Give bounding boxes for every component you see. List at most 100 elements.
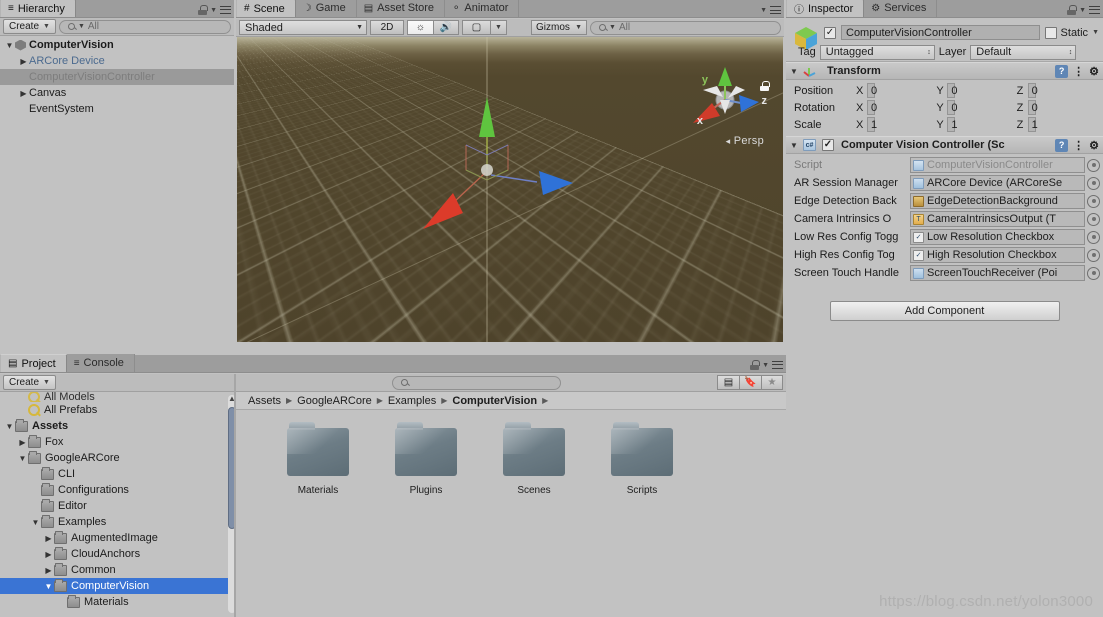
project-tree-item-cli[interactable]: CLI	[0, 466, 228, 482]
sun-icon[interactable]: ☼	[407, 20, 433, 35]
chevron-down-icon[interactable]: ▼	[760, 7, 767, 14]
breadcrumb-item[interactable]: ComputerVision	[452, 395, 537, 407]
tab-asset-store[interactable]: ▤ Asset Store	[356, 0, 446, 17]
foldout-closed-icon[interactable]: ▶	[18, 57, 29, 66]
scene-gizmo-lock-icon[interactable]	[760, 81, 770, 94]
panel-menu-icon[interactable]	[770, 6, 781, 15]
foldout-closed-icon[interactable]: ▶	[43, 566, 54, 575]
project-search-input[interactable]	[392, 375, 561, 390]
lock-icon[interactable]	[750, 360, 760, 370]
tab-project[interactable]: ▤ Project	[0, 354, 67, 372]
preset-icon[interactable]: ⋮	[1073, 65, 1084, 78]
tab-services[interactable]: ⚙ Services	[864, 0, 938, 17]
project-tree-item-assets[interactable]: ▼ Assets	[0, 418, 228, 434]
object-active-checkbox[interactable]: ✓	[824, 26, 836, 39]
transform-position-x-input[interactable]: 0	[867, 83, 877, 98]
scene-perspective-label[interactable]: ◂ Persp	[726, 135, 764, 147]
object-picker-icon[interactable]	[1087, 266, 1100, 280]
object-picker-icon[interactable]	[1087, 158, 1100, 172]
preset-icon[interactable]: ⋮	[1073, 139, 1084, 152]
object-field[interactable]: ComputerVisionController	[910, 157, 1085, 173]
object-name-field[interactable]: ComputerVisionController	[841, 25, 1040, 40]
object-field[interactable]: ✓ High Resolution Checkbox	[910, 247, 1085, 263]
hierarchy-item-eventsystem[interactable]: ▶EventSystem	[0, 101, 234, 117]
script-component-header[interactable]: ▼ c# ✓ Computer Vision Controller (Sc ? …	[786, 136, 1103, 154]
view-orientation-gizmo[interactable]	[679, 54, 771, 146]
object-picker-icon[interactable]	[1087, 248, 1100, 262]
project-tree-item-editor[interactable]: Editor	[0, 498, 228, 514]
transform-position-y-input[interactable]: 0	[947, 83, 957, 98]
foldout-open-icon[interactable]: ▼	[30, 518, 41, 527]
transform-component-header[interactable]: ▼ Transform ? ⋮ ⚙	[786, 62, 1103, 80]
project-tree-item-all-prefabs[interactable]: All Prefabs	[0, 402, 228, 418]
tab-console[interactable]: ≡ Console	[66, 354, 135, 372]
transform-rotation-x-input[interactable]: 0	[867, 100, 877, 115]
panel-menu-icon[interactable]	[772, 360, 783, 370]
foldout-closed-icon[interactable]: ▶	[43, 550, 54, 559]
foldout-closed-icon[interactable]: ▶	[17, 438, 28, 447]
scene-gizmos-button[interactable]: Gizmos ▼	[531, 20, 587, 35]
chevron-down-icon[interactable]: ▼	[1092, 29, 1099, 36]
project-create-button[interactable]: Create ▼	[3, 375, 56, 390]
speaker-icon[interactable]: 🔊	[433, 20, 459, 35]
project-tree-item-all-models[interactable]: All Models	[0, 392, 228, 402]
asset-grid[interactable]: Materials Plugins Scenes Scripts	[236, 410, 786, 496]
object-picker-icon[interactable]	[1087, 230, 1100, 244]
hierarchy-item-arcore-device[interactable]: ▶ ARCore Device	[0, 53, 234, 69]
foldout-open-icon[interactable]: ▼	[4, 422, 15, 431]
scene-search-input[interactable]: ▼ All	[590, 20, 781, 35]
object-picker-icon[interactable]	[1087, 212, 1100, 226]
tab-game[interactable]: ☽ Game	[295, 0, 357, 17]
project-tree-item-configurations[interactable]: Configurations	[0, 482, 228, 498]
gear-icon[interactable]: ⚙	[1089, 65, 1099, 78]
hierarchy-tree[interactable]: ▼ComputerVision▶ARCore Device▶ComputerVi…	[0, 37, 234, 354]
hierarchy-item-canvas[interactable]: ▶ Canvas	[0, 85, 234, 101]
asset-item[interactable]: Materials	[280, 422, 356, 496]
chevron-down-icon[interactable]: ▼	[762, 362, 769, 369]
project-tree-item-common[interactable]: ▶ Common	[0, 562, 228, 578]
transform-scale-z-input[interactable]: 1	[1027, 117, 1038, 132]
object-field[interactable]: ScreenTouchReceiver (Poi	[910, 265, 1085, 281]
lock-icon[interactable]	[1067, 5, 1077, 15]
tab-hierarchy[interactable]: ≡ Hierarchy	[0, 0, 76, 17]
foldout-closed-icon[interactable]: ▶	[43, 534, 54, 543]
filter-type-icon[interactable]: ▤	[716, 375, 739, 390]
static-checkbox[interactable]	[1044, 26, 1057, 39]
project-tree-item-examples[interactable]: ▼ Examples	[0, 514, 228, 530]
breadcrumb-item[interactable]: Assets	[248, 395, 281, 407]
project-tree-item-googlearcore[interactable]: ▼ GoogleARCore	[0, 450, 228, 466]
tab-scene[interactable]: # Scene	[236, 0, 296, 17]
foldout-open-icon[interactable]: ▼	[4, 41, 15, 50]
hierarchy-item-computervisioncontroller[interactable]: ▶ComputerVisionController	[0, 69, 234, 85]
foldout-arrow-icon[interactable]: ▼	[790, 67, 799, 76]
hierarchy-search-input[interactable]: ▼ All	[58, 19, 231, 34]
image-icon[interactable]: ▢	[462, 20, 490, 35]
foldout-closed-icon[interactable]: ▶	[18, 89, 29, 98]
scene-2d-toggle[interactable]: 2D	[370, 20, 404, 35]
project-tree[interactable]: All Models All Prefabs ▼ Assets ▶ Fox ▼ GoogleA…	[0, 392, 228, 617]
project-tree-item-materials[interactable]: Materials	[0, 594, 228, 610]
object-field[interactable]: ✓ Low Resolution Checkbox	[910, 229, 1085, 245]
project-tree-item-fox[interactable]: ▶ Fox	[0, 434, 228, 450]
favorite-star-icon[interactable]: ★	[760, 375, 783, 390]
tab-inspector[interactable]: ⓘ Inspector	[786, 0, 865, 17]
help-icon[interactable]: ?	[1055, 138, 1069, 152]
transform-rotation-y-input[interactable]: 0	[947, 100, 957, 115]
object-picker-icon[interactable]	[1087, 194, 1100, 208]
chevron-down-icon[interactable]: ▼	[1079, 7, 1086, 14]
object-picker-icon[interactable]	[1087, 176, 1100, 190]
panel-menu-icon[interactable]	[1089, 5, 1100, 15]
asset-item[interactable]: Scripts	[604, 422, 680, 496]
panel-menu-icon[interactable]	[220, 5, 231, 15]
transform-position-z-input[interactable]: 0	[1027, 83, 1038, 98]
project-splitter[interactable]	[234, 374, 236, 617]
transform-scale-x-input[interactable]: 1	[867, 117, 877, 132]
script-enabled-checkbox[interactable]: ✓	[822, 139, 834, 151]
layer-dropdown[interactable]: Default ↕	[970, 44, 1077, 60]
hierarchy-item-computervision[interactable]: ▼ ComputerVision	[0, 37, 234, 53]
object-field[interactable]: EdgeDetectionBackground	[910, 193, 1085, 209]
breadcrumb-item[interactable]: Examples	[388, 395, 436, 407]
chevron-down-icon[interactable]: ▼	[210, 7, 217, 14]
scene-draw-mode-dropdown[interactable]: Shaded ▼	[239, 20, 367, 35]
filter-label-icon[interactable]: 🔖	[738, 375, 761, 390]
